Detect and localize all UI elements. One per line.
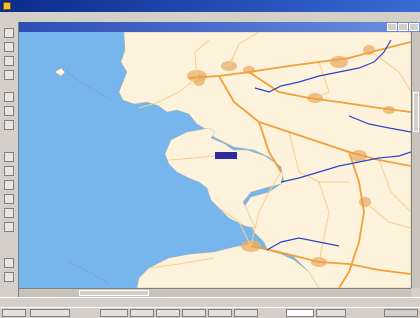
map-canvas[interactable] <box>19 32 411 288</box>
menu-bar <box>0 12 420 22</box>
app-window <box>0 0 420 318</box>
tool-icon[interactable] <box>4 166 14 176</box>
scroll-thumb[interactable] <box>413 92 419 132</box>
title-bar <box>0 0 420 12</box>
tool-icon[interactable] <box>4 222 14 232</box>
maximize-icon[interactable] <box>398 23 408 31</box>
minimize-icon[interactable] <box>387 23 397 31</box>
tool-icon[interactable] <box>4 272 14 282</box>
layers-icon[interactable] <box>4 120 14 130</box>
taskbar-item[interactable] <box>208 309 232 317</box>
taskbar-item-active[interactable] <box>286 309 314 317</box>
tool-icon[interactable] <box>4 180 14 190</box>
tool-icon[interactable] <box>4 194 14 204</box>
zoom-in-icon[interactable] <box>4 56 14 66</box>
close-icon[interactable] <box>409 23 419 31</box>
cursor-icon[interactable] <box>4 28 14 38</box>
vertical-scrollbar[interactable] <box>411 32 420 288</box>
start-button[interactable] <box>2 309 26 317</box>
hand-icon[interactable] <box>4 42 14 52</box>
print-icon[interactable] <box>4 152 14 162</box>
route-icon[interactable] <box>4 92 14 102</box>
tool-icon[interactable] <box>4 208 14 218</box>
taskbar <box>0 307 420 318</box>
taskbar-item[interactable] <box>316 309 346 317</box>
taskbar-item[interactable] <box>130 309 154 317</box>
map-view[interactable] <box>19 32 411 288</box>
selection-marker[interactable] <box>215 152 237 159</box>
zoom-out-icon[interactable] <box>4 70 14 80</box>
scroll-thumb[interactable] <box>79 290 149 296</box>
status-bar <box>0 297 420 307</box>
left-toolbar <box>0 22 19 297</box>
system-tray <box>384 309 418 317</box>
document-title-bar <box>19 22 420 32</box>
app-icon <box>3 2 11 10</box>
measure-icon[interactable] <box>4 106 14 116</box>
horizontal-scrollbar[interactable] <box>19 288 411 297</box>
taskbar-item[interactable] <box>156 309 180 317</box>
taskbar-item[interactable] <box>100 309 128 317</box>
taskbar-item[interactable] <box>30 309 70 317</box>
tool-icon[interactable] <box>4 258 14 268</box>
taskbar-item[interactable] <box>182 309 206 317</box>
taskbar-item[interactable] <box>234 309 258 317</box>
